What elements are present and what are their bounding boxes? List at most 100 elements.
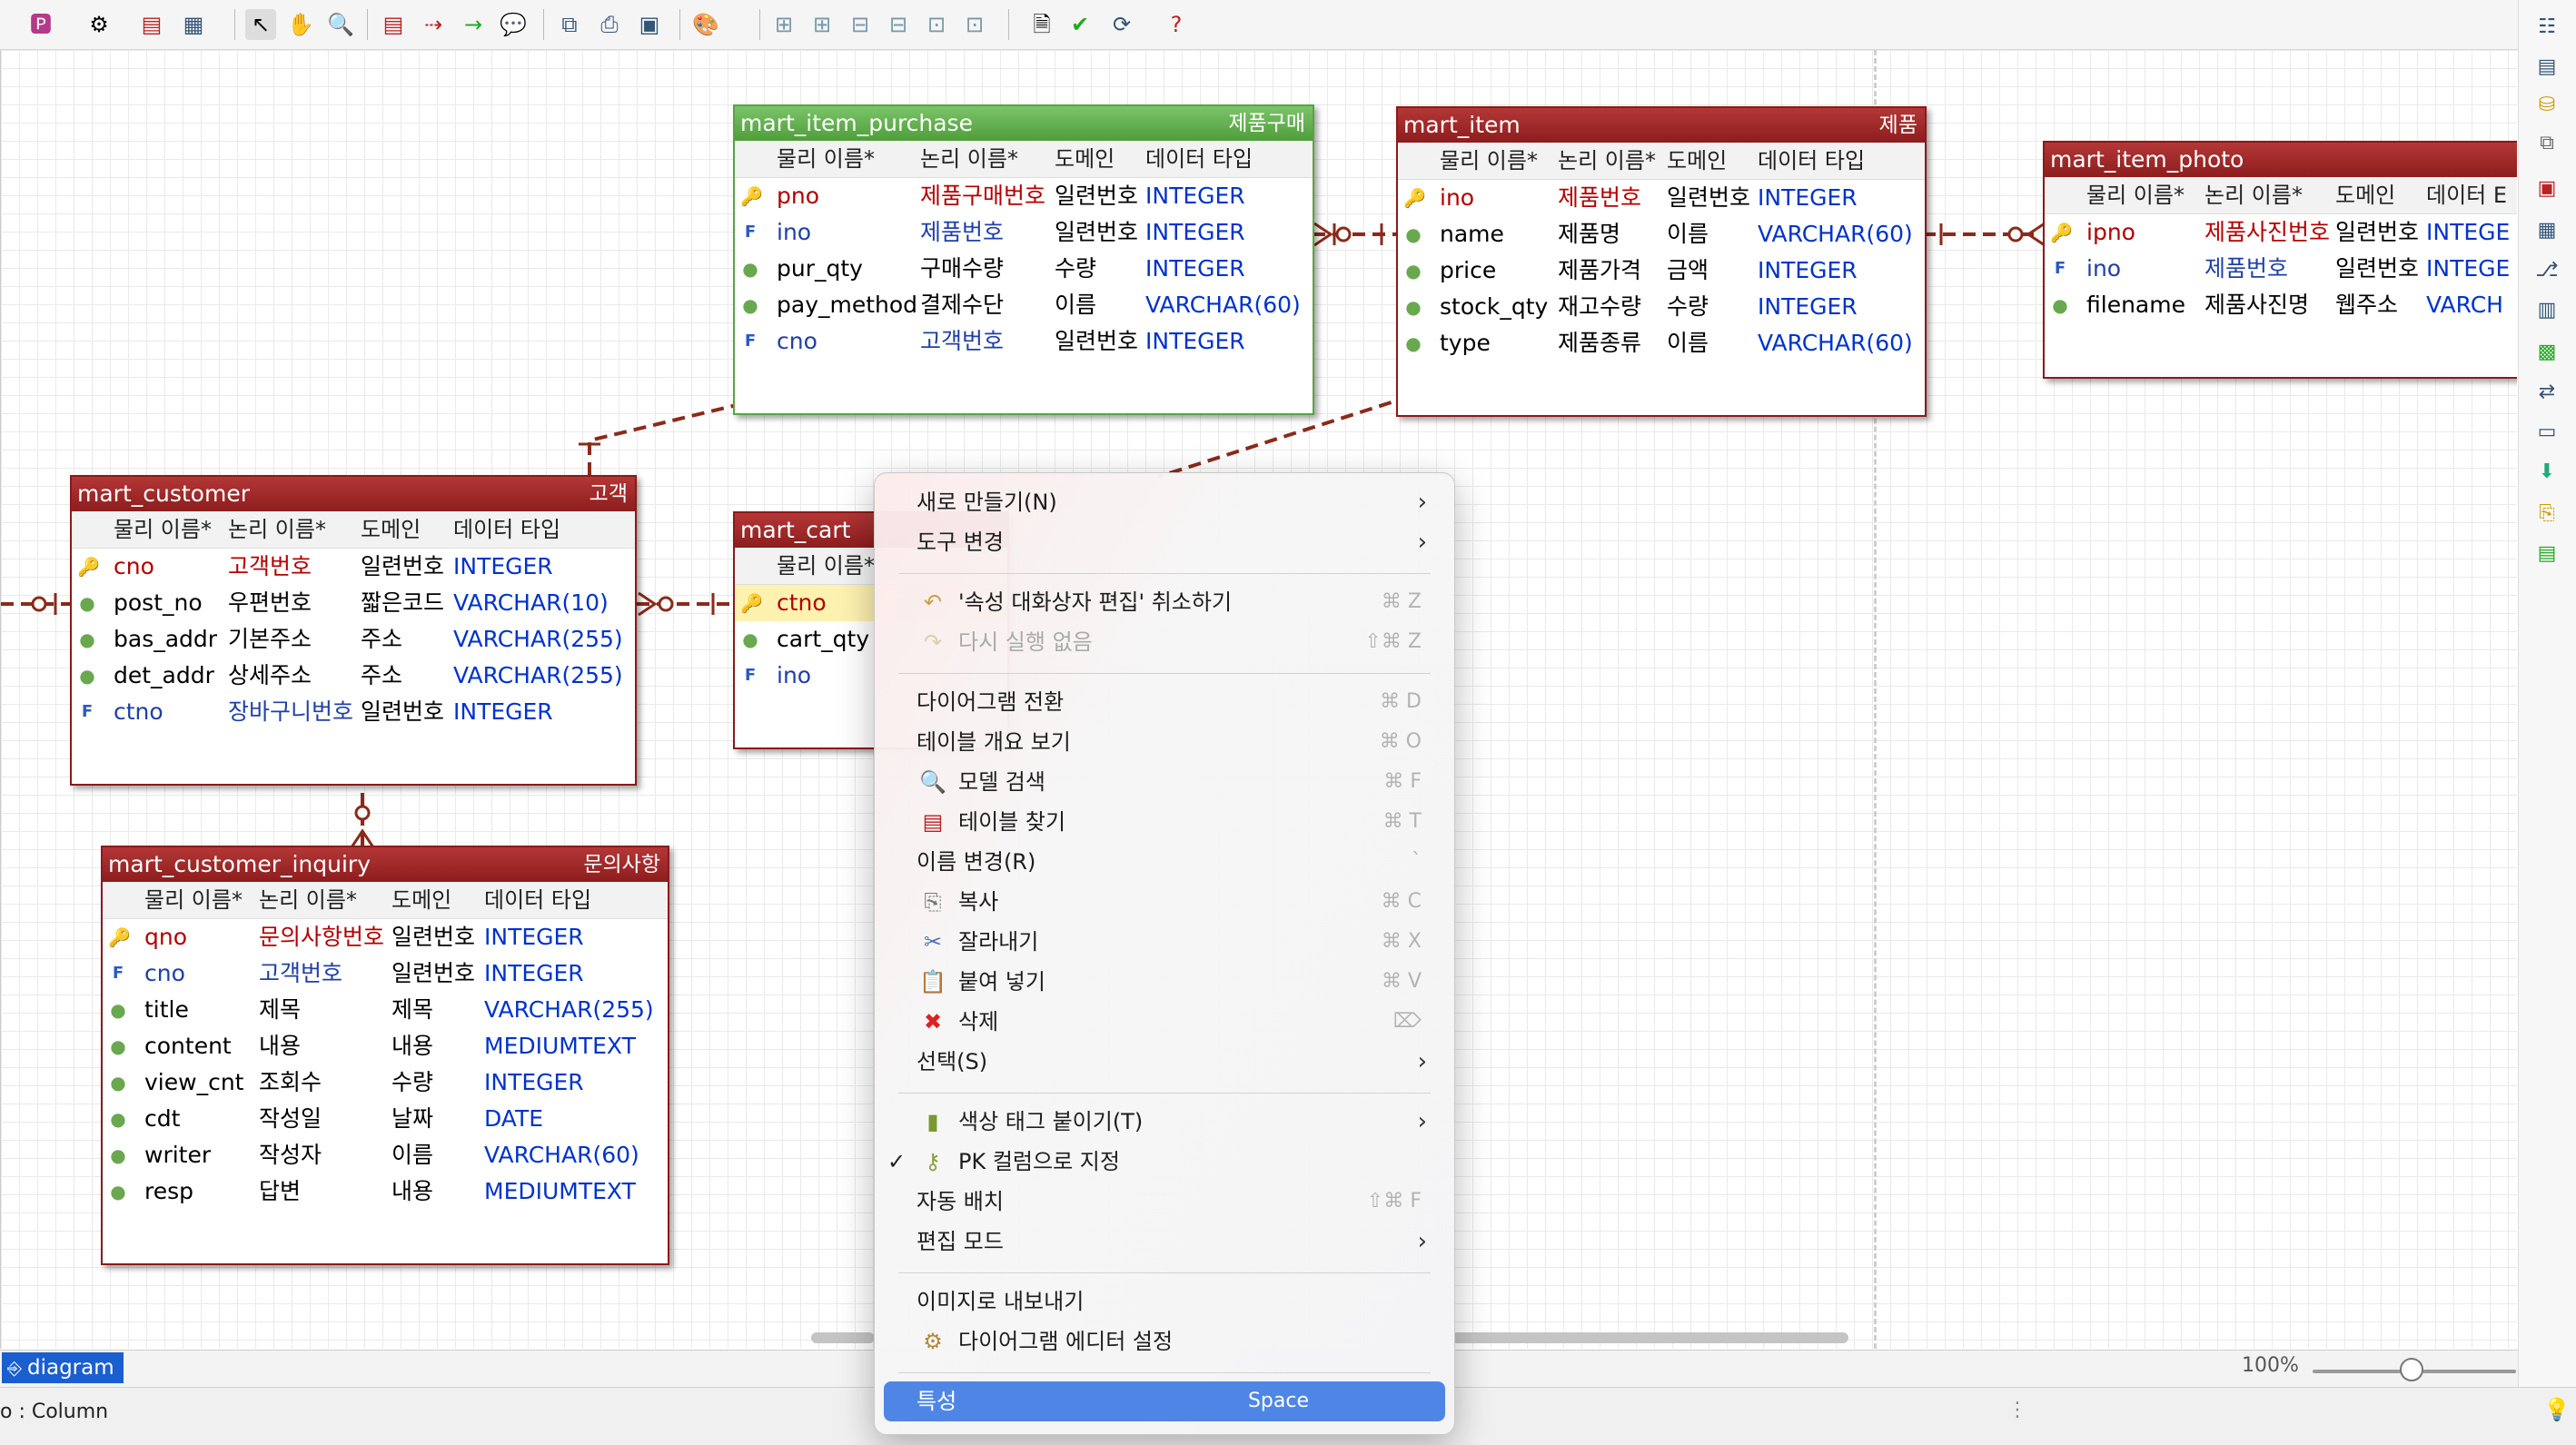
column-row[interactable]: ● view_cnt 조회수 수량 INTEGER [103, 1064, 668, 1101]
menu-item-color-tag[interactable]: ▮ 색상 태그 붙이기(T) › [875, 1102, 1454, 1142]
print-icon[interactable]: ⎙ [594, 9, 625, 40]
menu-item-find-table[interactable]: ▤ 테이블 찾기 ⌘ T [875, 802, 1454, 842]
column-row[interactable]: F cno 고객번호 일련번호 INTEGER [735, 323, 1313, 360]
menu-item-paste[interactable]: 📋 붙여 넣기 ⌘ V [875, 962, 1454, 1002]
entity-header[interactable]: mart_item 제품 [1398, 108, 1925, 143]
column-row[interactable]: ● filename 제품사진명 웹주소 VARCH [2045, 287, 2517, 323]
hand-tool-icon[interactable]: ✋ [285, 9, 316, 40]
entity-header[interactable]: mart_item_purchase 제품구매 [735, 106, 1313, 141]
column-row[interactable]: 🔑 qno 문의사항번호 일련번호 INTEGER [103, 919, 668, 955]
column-row[interactable]: ● content 내용 내용 MEDIUMTEXT [103, 1028, 668, 1064]
column-row[interactable]: ● pay_method 결제수단 이름 VARCHAR(60) [735, 287, 1313, 323]
align-left-icon[interactable]: ⊞ [768, 9, 799, 40]
tab-diagram[interactable]: ⎆ diagram [2, 1352, 124, 1383]
menu-item-new[interactable]: 새로 만들기(N) › [875, 482, 1454, 522]
menu-item-set-pk[interactable]: ✓ ⚷ PK 컬럼으로 지정 [875, 1142, 1454, 1182]
export-image-icon[interactable]: ▣ [634, 9, 665, 40]
menu-item-editor-settings[interactable]: ⚙ 다이어그램 에디터 설정 [875, 1321, 1454, 1361]
menu-item-auto-layout[interactable]: 자동 배치 ⇧⌘ F [875, 1182, 1454, 1222]
menu-item-properties[interactable]: 특성 Space [884, 1381, 1445, 1421]
monitor-icon[interactable]: ▭ [2531, 416, 2562, 447]
palette-view-icon[interactable]: ▤ [2531, 51, 2562, 82]
menu-item-select[interactable]: 선택(S) › [875, 1042, 1454, 1082]
menu-item-change-tool[interactable]: 도구 변경 › [875, 522, 1454, 562]
new-table-icon[interactable]: ▤ [378, 9, 409, 40]
map-icon[interactable]: ▩ [2531, 336, 2562, 367]
entity-header[interactable]: mart_customer_inquiry 문의사항 [103, 847, 668, 882]
download-icon[interactable]: ⬇ [2531, 456, 2562, 487]
table-export-icon[interactable]: ▤ [2531, 538, 2562, 569]
entity-header[interactable]: mart_customer 고객 [72, 477, 635, 511]
grid-view-icon[interactable]: ▦ [2531, 214, 2562, 245]
zoom-tool-icon[interactable]: 🔍 [325, 9, 356, 40]
palette-menu-icon[interactable]: 🅿 [25, 9, 56, 40]
column-row[interactable]: ● stock_qty 재고수량 수량 INTEGER [1398, 289, 1925, 325]
column-row[interactable]: ● post_no 우편번호 짧은코드 VARCHAR(10) [72, 585, 635, 621]
column-row[interactable]: ● resp 답변 내용 MEDIUMTEXT [103, 1173, 668, 1210]
column-row[interactable]: F cno 고객번호 일련번호 INTEGER [103, 955, 668, 992]
menu-item-model-search[interactable]: 🔍 모델 검색 ⌘ F [875, 762, 1454, 802]
lightbulb-icon[interactable]: 💡 [2543, 1397, 2571, 1422]
distribute-icon[interactable]: ⊡ [959, 9, 990, 40]
column-row[interactable]: ● price 제품가격 금액 INTEGER [1398, 252, 1925, 289]
column-row[interactable]: 🔑 ipno 제품사진번호 일련번호 INTEGE [2045, 214, 2517, 251]
table-view-icon[interactable]: ▤ [136, 9, 167, 40]
more-options-icon[interactable]: ⋮ [2007, 1399, 2027, 1421]
connect-icon[interactable]: ⇄ [2531, 376, 2562, 407]
menu-item-delete[interactable]: ✖ 삭제 ⌦ [875, 1002, 1454, 1042]
entity-header[interactable]: mart_item_photo [2045, 143, 2517, 177]
column-row[interactable]: 🔑 ino 제품번호 일련번호 INTEGER [1398, 180, 1925, 216]
menu-item-table-overview[interactable]: 테이블 개요 보기 ⌘ O [875, 722, 1454, 762]
entity-mart-item-photo[interactable]: mart_item_photo 물리 이름* 논리 이름* 도메인 데이터 E … [2043, 141, 2517, 379]
calendar-icon[interactable]: ▥ [2531, 294, 2562, 325]
column-row[interactable]: 🔑 pno 제품구매번호 일련번호 INTEGER [735, 178, 1313, 214]
align-center-icon[interactable]: ⊡ [921, 9, 952, 40]
column-row[interactable]: 🔑 cno 고객번호 일련번호 INTEGER [72, 549, 635, 585]
menu-item-copy[interactable]: ⎘ 복사 ⌘ C [875, 882, 1454, 922]
entity-mart-item-purchase[interactable]: mart_item_purchase 제품구매 물리 이름* 논리 이름* 도메… [733, 104, 1314, 415]
document-icon[interactable]: 🗎 [1026, 9, 1057, 40]
git-menu-icon[interactable]: ⟳ [1106, 9, 1137, 40]
align-right-icon[interactable]: ⊞ [807, 9, 837, 40]
layout-menu-icon[interactable]: ▦ [178, 9, 209, 40]
database-icon[interactable]: ⛁ [2531, 89, 2562, 120]
menu-item-edit-mode[interactable]: 편집 모드 › [875, 1222, 1454, 1262]
select-tool-icon[interactable]: ↖ [245, 9, 276, 40]
column-row[interactable]: ● det_addr 상세주소 주소 VARCHAR(255) [72, 658, 635, 694]
horizontal-scrollbar-thumb[interactable] [811, 1332, 875, 1343]
non-identifying-relation-icon[interactable]: → [458, 9, 489, 40]
entity-mart-item[interactable]: mart_item 제품 물리 이름* 논리 이름* 도메인 데이터 타입 🔑 … [1396, 106, 1927, 417]
align-bottom-icon[interactable]: ⊟ [883, 9, 914, 40]
column-row[interactable]: ● bas_addr 기본주소 주소 VARCHAR(255) [72, 621, 635, 658]
column-row[interactable]: ● pur_qty 구매수량 수량 INTEGER [735, 251, 1313, 287]
align-top-icon[interactable]: ⊟ [845, 9, 876, 40]
entity-mart-customer-inquiry[interactable]: mart_customer_inquiry 문의사항 물리 이름* 논리 이름*… [101, 846, 669, 1265]
git-icon[interactable]: ⎘ [2531, 498, 2562, 529]
column-row[interactable]: F ino 제품번호 일련번호 INTEGER [735, 214, 1313, 251]
column-row[interactable]: ● name 제품명 이름 VARCHAR(60) [1398, 216, 1925, 252]
menu-item-switch-diagram[interactable]: 다이어그램 전환 ⌘ D [875, 682, 1454, 722]
entity-mart-customer[interactable]: mart_customer 고객 물리 이름* 논리 이름* 도메인 데이터 타… [70, 475, 637, 786]
menu-item-rename[interactable]: 이름 변경(R) ` [875, 842, 1454, 882]
color-menu-icon[interactable]: 🎨 [690, 9, 721, 40]
menu-item-export-image[interactable]: 이미지로 내보내기 [875, 1282, 1454, 1321]
validate-check-icon[interactable]: ✔ [1065, 9, 1095, 40]
column-row[interactable]: ● writer 작성자 이름 VARCHAR(60) [103, 1137, 668, 1173]
help-icon[interactable]: ? [1161, 9, 1192, 40]
layers-icon[interactable]: ⧉ [2531, 127, 2562, 158]
copy-image-icon[interactable]: ⧉ [554, 9, 585, 40]
outline-icon[interactable]: ☷ [2531, 11, 2562, 42]
hierarchy-icon[interactable]: ⎇ [2531, 254, 2562, 285]
new-entity-menu-icon[interactable]: ⚙ [84, 9, 114, 40]
column-row[interactable]: ● title 제목 제목 VARCHAR(255) [103, 992, 668, 1028]
column-row[interactable]: F ino 제품번호 일련번호 INTEGE [2045, 251, 2517, 287]
horizontal-scrollbar-thumb[interactable] [1449, 1332, 1848, 1343]
column-row[interactable]: F ctno 장바구니번호 일련번호 INTEGER [72, 694, 635, 730]
zoom-slider-thumb[interactable] [2400, 1358, 2423, 1381]
column-row[interactable]: ● cdt 작성일 날짜 DATE [103, 1101, 668, 1137]
menu-item-undo[interactable]: ↶ '속성 대화상자 편집' 취소하기 ⌘ Z [875, 582, 1454, 622]
menu-item-cut[interactable]: ✂ 잘라내기 ⌘ X [875, 922, 1454, 962]
note-tool-icon[interactable]: 💬 [498, 9, 529, 40]
column-row[interactable]: ● type 제품종류 이름 VARCHAR(60) [1398, 325, 1925, 361]
report-icon[interactable]: ▣ [2531, 173, 2562, 203]
